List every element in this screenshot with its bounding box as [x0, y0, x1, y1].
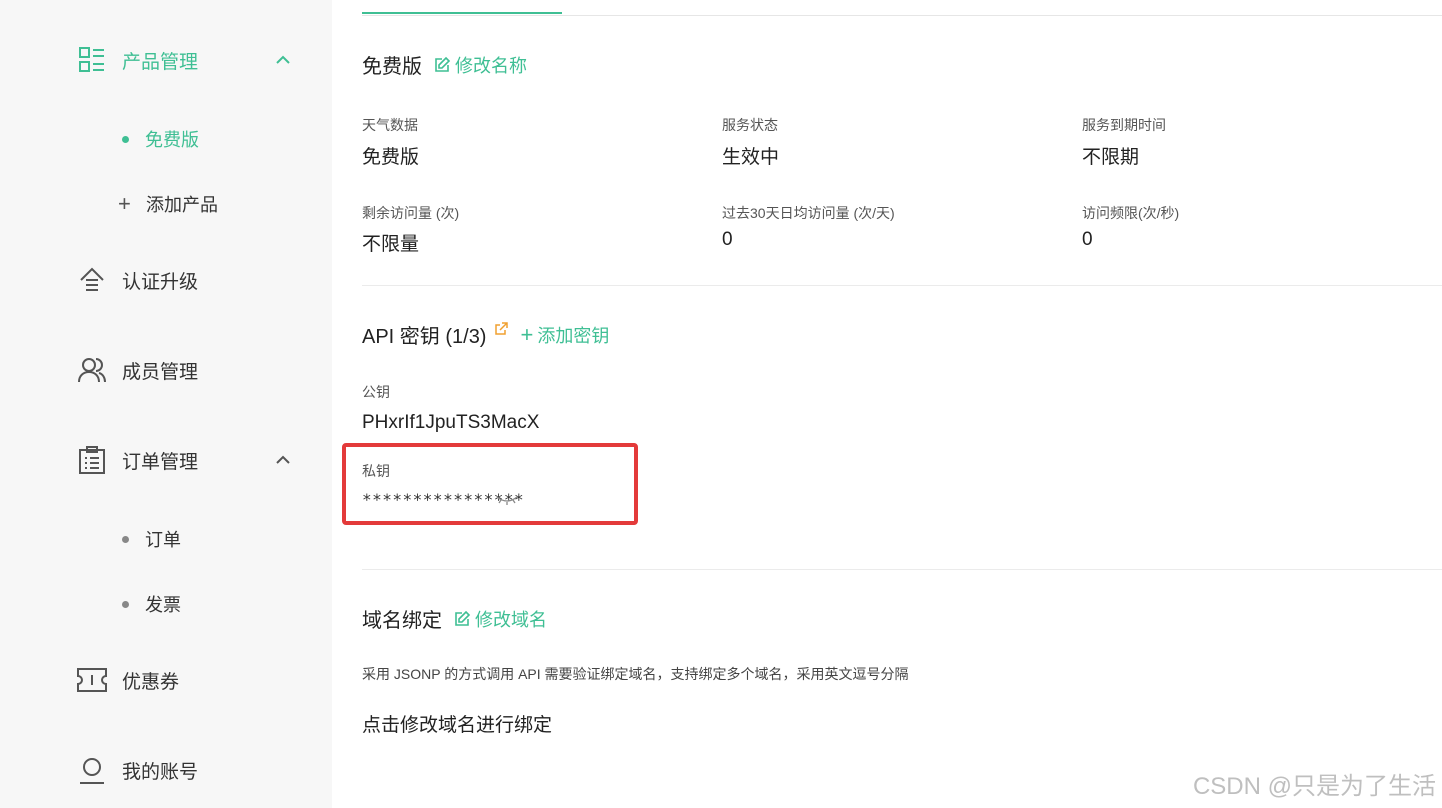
divider	[362, 285, 1442, 286]
field-label: 天气数据	[362, 117, 418, 133]
private-key-label: 私钥	[362, 463, 390, 479]
upgrade-icon	[76, 264, 108, 296]
field-value: 不限期	[1082, 147, 1140, 168]
nav-label: 认证升级	[122, 271, 199, 293]
ticket-icon	[76, 664, 108, 696]
sub-item-label: 添加产品	[146, 195, 218, 215]
edit-icon	[455, 610, 471, 626]
divider	[362, 569, 1442, 570]
add-key-link[interactable]: + 添加密钥	[520, 322, 609, 348]
user-icon	[76, 754, 108, 786]
sub-item-label: 免费版	[145, 130, 199, 150]
field-label: 剩余访问量 (次)	[362, 205, 460, 221]
field-label: 服务状态	[722, 117, 778, 133]
sub-item-invoice[interactable]: 发票	[118, 591, 181, 617]
nav-label: 产品管理	[122, 51, 199, 73]
nav-label: 订单管理	[122, 451, 199, 473]
watermark: CSDN @只是为了生活	[1192, 773, 1436, 800]
field-value: 0	[722, 229, 733, 250]
rename-link[interactable]: 修改名称	[434, 52, 527, 78]
field-value: 不限量	[362, 234, 420, 255]
sub-item-label: 发票	[145, 595, 181, 615]
field-label: 服务到期时间	[1082, 117, 1166, 133]
field-value: 生效中	[722, 147, 780, 168]
bullet-icon	[122, 135, 129, 143]
users-icon	[76, 354, 108, 386]
bullet-icon	[122, 535, 129, 543]
plus-icon: +	[520, 321, 534, 347]
field-label: 访问频限(次/秒)	[1082, 205, 1180, 221]
private-key-highlight	[342, 443, 638, 525]
sub-item-orders[interactable]: 订单	[118, 526, 181, 552]
clipboard-icon	[76, 444, 108, 476]
domain-header: 域名绑定 修改域名	[362, 604, 547, 633]
nav-product-management[interactable]: 产品管理	[76, 44, 198, 76]
nav-my-account[interactable]: 我的账号	[76, 754, 198, 786]
public-key-value: PHxrIf1JpuTS3MacX	[362, 412, 540, 433]
sub-item-free-plan[interactable]: 免费版	[118, 126, 199, 152]
public-key-label: 公钥	[362, 384, 390, 400]
chevron-up-icon[interactable]	[274, 451, 292, 469]
field-value: 0	[1082, 229, 1093, 250]
main-content: 免费版 修改名称 天气数据 免费版 服务状态 生效中 服务到期时间 不限期 剩余…	[332, 0, 1442, 808]
dashboard-icon	[76, 44, 108, 76]
api-key-header: API 密钥 (1/3) + 添加密钥	[362, 320, 609, 349]
field-label: 过去30天日均访问量 (次/天)	[722, 205, 895, 221]
nav-label: 我的账号	[122, 761, 199, 783]
plan-header: 免费版 修改名称	[362, 50, 527, 79]
domain-description: 采用 JSONP 的方式调用 API 需要验证绑定域名，支持绑定多个域名，采用英…	[362, 666, 909, 682]
active-tab-indicator	[362, 12, 562, 14]
field-value: 免费版	[362, 147, 420, 168]
sub-item-add-product[interactable]: + 添加产品	[118, 191, 218, 217]
nav-verify-upgrade[interactable]: 认证升级	[76, 264, 198, 296]
plus-icon: +	[118, 191, 131, 216]
chevron-up-icon[interactable]	[274, 51, 292, 69]
sidebar: 产品管理 免费版 + 添加产品 认证升级 成员管理 订单管理 订单 发票 优惠券…	[0, 0, 332, 808]
domain-bind-hint: 点击修改域名进行绑定	[362, 715, 553, 736]
nav-label: 优惠券	[122, 671, 180, 693]
edit-domain-link[interactable]: 修改域名	[454, 606, 547, 632]
bullet-icon	[122, 600, 129, 608]
domain-title: 域名绑定	[362, 610, 442, 632]
nav-label: 成员管理	[122, 361, 199, 383]
edit-icon	[435, 56, 451, 72]
external-link-icon[interactable]	[494, 321, 509, 336]
divider	[362, 15, 1442, 16]
api-key-title: API 密钥 (1/3)	[362, 326, 487, 348]
nav-order-management[interactable]: 订单管理	[76, 444, 198, 476]
plan-title: 免费版	[362, 56, 422, 78]
nav-member-management[interactable]: 成员管理	[76, 354, 198, 386]
sub-item-label: 订单	[145, 530, 181, 550]
eye-closed-icon[interactable]	[496, 494, 518, 506]
nav-coupon[interactable]: 优惠券	[76, 664, 179, 696]
